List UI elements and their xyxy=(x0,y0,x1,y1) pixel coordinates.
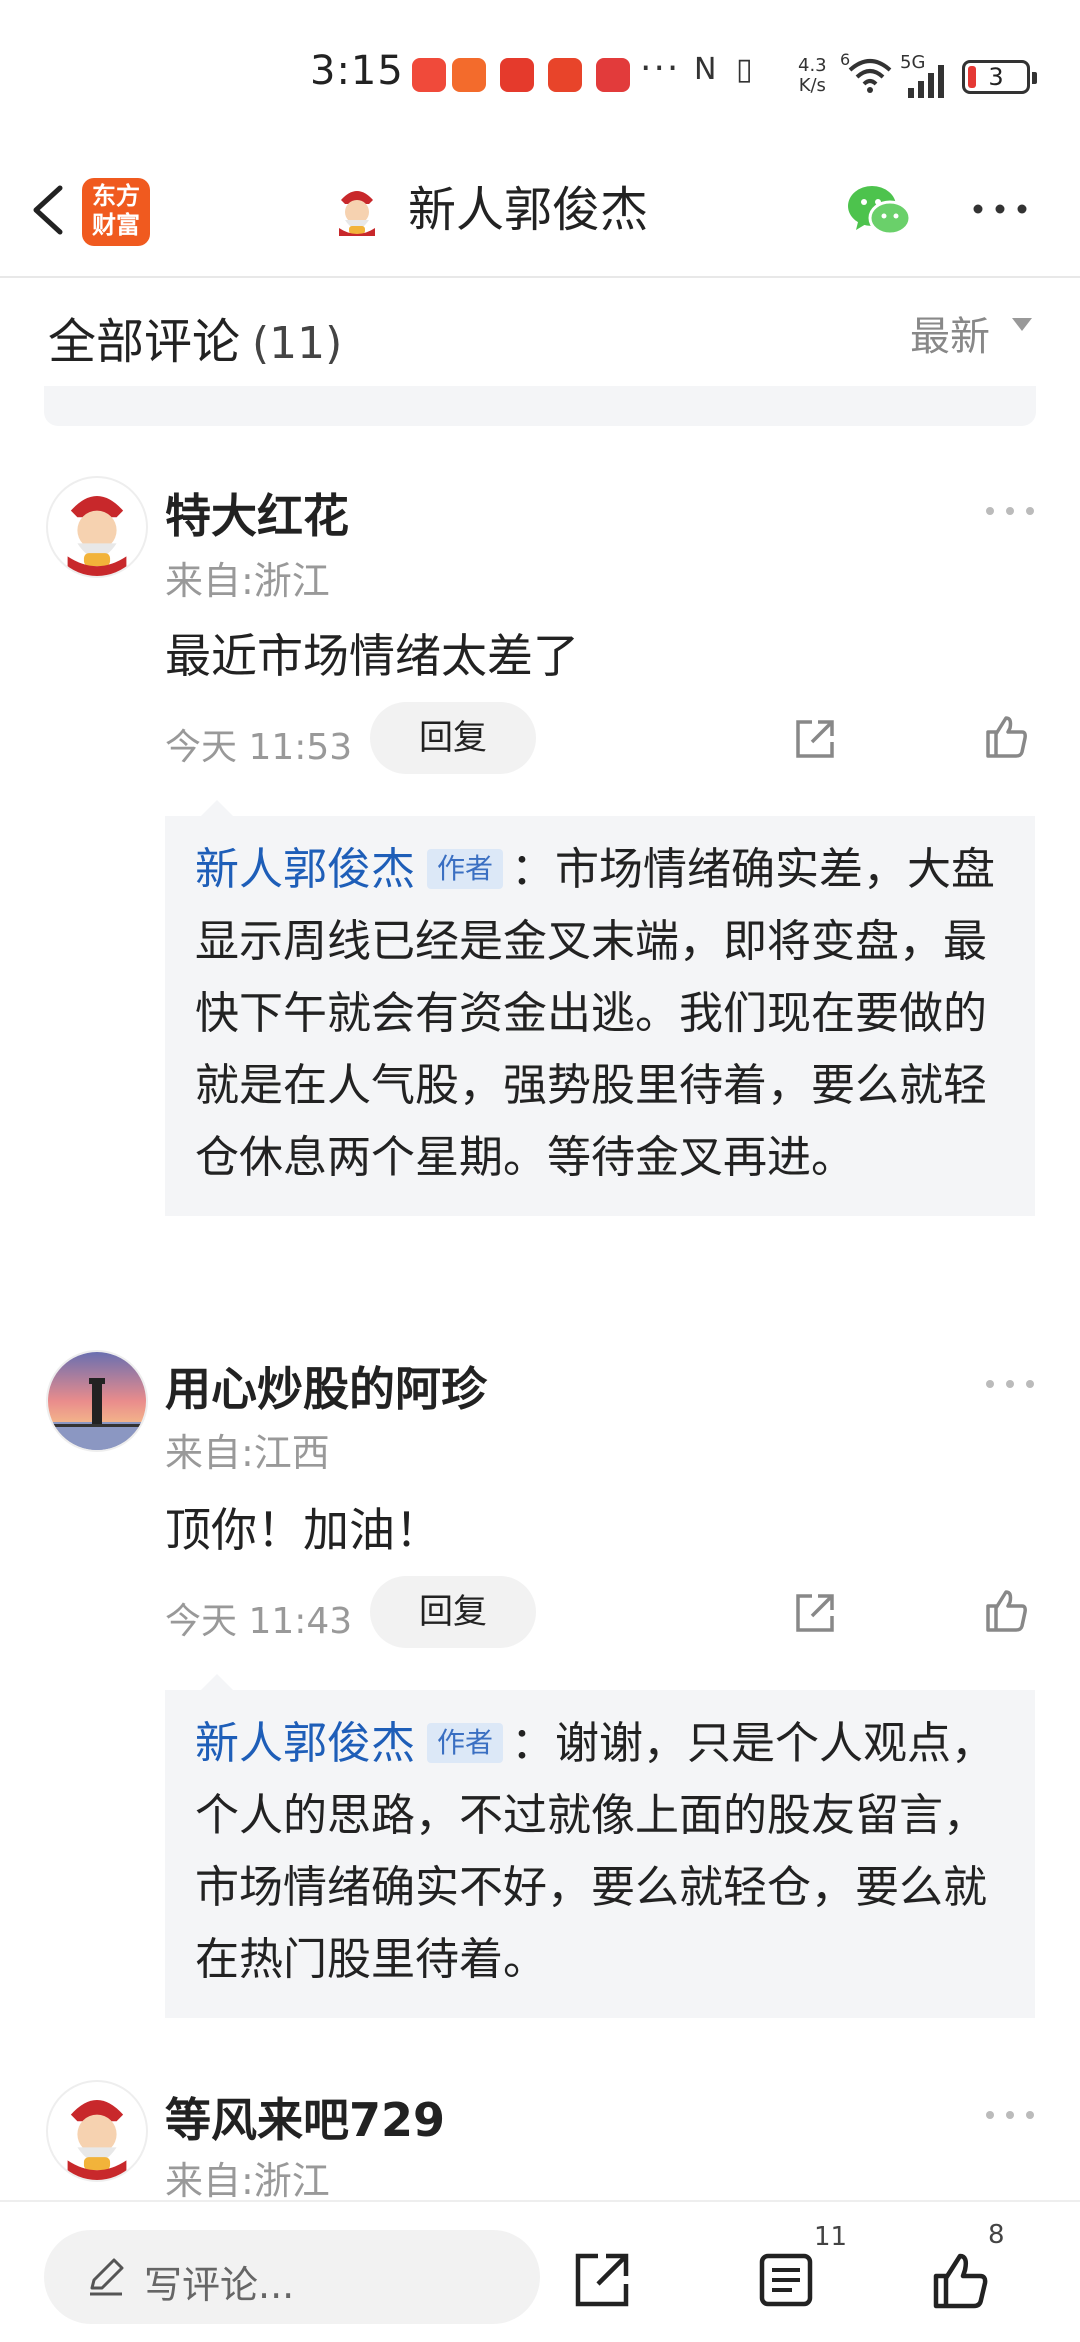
comment-time: 今天 11:43 xyxy=(165,1601,353,1642)
wechat-share-icon[interactable] xyxy=(846,182,912,240)
app-notification-icon xyxy=(452,58,486,92)
comment-username[interactable]: 等风来吧729 xyxy=(165,2084,445,2150)
author-badge: 作者 xyxy=(427,849,504,889)
avatar[interactable] xyxy=(46,1350,148,1452)
more-options-icon[interactable] xyxy=(970,194,1030,224)
comment-text: 最近市场情绪太差了 xyxy=(165,629,579,683)
more-notifications-icon: ··· xyxy=(640,48,681,89)
reply-author-name[interactable]: 新人郭俊杰 xyxy=(195,1718,415,1769)
comment-more-icon[interactable] xyxy=(985,504,1035,518)
battery-icon: 3 xyxy=(962,60,1037,94)
app-notification-icon xyxy=(412,58,446,92)
comment-location: 来自:浙江 xyxy=(165,2159,330,2203)
bank-app-icon xyxy=(548,58,582,92)
comment-count-badge: 11 xyxy=(814,2222,848,2252)
back-arrow-icon[interactable] xyxy=(22,180,82,240)
vibrate-icon: ▯ xyxy=(736,52,753,87)
status-bar: 3:15 ··· N ▯ 4.3 K/s 6 5G 3 xyxy=(0,0,1080,150)
caishen-avatar-icon xyxy=(67,2099,127,2180)
clock: 3:15 xyxy=(310,48,404,94)
reply-button[interactable]: 回复 xyxy=(370,702,536,774)
bottom-action-bar: 写评论... 11 8 xyxy=(0,2200,1080,2342)
user-avatar-icon xyxy=(328,181,386,239)
app-notification-icon xyxy=(500,58,534,92)
share-icon[interactable] xyxy=(792,1590,838,1636)
nfc-icon: N xyxy=(694,52,717,87)
comment-time: 今天 11:53 xyxy=(165,727,353,768)
comments-list-icon[interactable] xyxy=(756,2250,816,2310)
author-reply: 新人郭俊杰 作者 ：谢谢，只是个人观点，个人的思路，不过就像上面的股友留言，市场情绪… xyxy=(165,1674,1035,2018)
comments-header: 全部评论 (11) 最新 xyxy=(0,276,1080,386)
signal-icon xyxy=(908,65,944,98)
wifi-label: 6 xyxy=(840,50,851,69)
chevron-down-icon[interactable] xyxy=(1012,318,1032,331)
reply-button[interactable]: 回复 xyxy=(370,1576,536,1648)
caishen-avatar-icon xyxy=(67,495,127,576)
comment-location: 来自:浙江 xyxy=(165,559,330,603)
avatar[interactable] xyxy=(46,2080,148,2182)
share-icon[interactable] xyxy=(792,716,838,762)
thumbs-up-icon[interactable] xyxy=(982,1586,1030,1634)
network-speed: 4.3 K/s xyxy=(798,55,827,96)
collapsed-content-box xyxy=(44,386,1036,426)
pencil-icon xyxy=(90,2258,124,2296)
wifi-icon xyxy=(848,59,892,93)
thumbs-up-icon[interactable] xyxy=(982,712,1030,760)
app-notification-icon xyxy=(596,58,630,92)
comments-count: (11) xyxy=(252,318,343,369)
comment-text: 顶你！加油！ xyxy=(165,1503,441,1557)
comment-username[interactable]: 特大红花 xyxy=(165,480,349,546)
comment-more-icon[interactable] xyxy=(985,1377,1035,1391)
write-comment-placeholder: 写评论... xyxy=(144,2263,295,2307)
page-title: 新人郭俊杰 xyxy=(408,182,649,238)
share-icon[interactable] xyxy=(572,2250,632,2310)
app-logo[interactable]: 东方 财富 xyxy=(82,178,150,246)
comment-more-icon[interactable] xyxy=(985,2108,1035,2122)
author-reply: 新人郭俊杰 作者 ：市场情绪确实差，大盘显示周线已经是金叉末端，即将变盘，最快下午就… xyxy=(165,800,1035,1216)
author-badge: 作者 xyxy=(427,1723,504,1763)
avatar[interactable] xyxy=(46,476,148,578)
like-count-badge: 8 xyxy=(988,2220,1005,2250)
thumbs-up-icon[interactable] xyxy=(930,2250,990,2310)
comments-title: 全部评论 (11) xyxy=(48,314,343,370)
reply-author-name[interactable]: 新人郭俊杰 xyxy=(195,844,415,895)
comment-location: 来自:江西 xyxy=(165,1431,330,1475)
lighthouse-sunset-avatar-icon xyxy=(48,1352,146,1450)
top-nav-bar: 东方 财富 新人郭俊杰 xyxy=(0,150,1080,278)
comment-username[interactable]: 用心炒股的阿珍 xyxy=(165,1353,487,1419)
write-comment-input[interactable]: 写评论... xyxy=(44,2230,540,2324)
sort-dropdown[interactable]: 最新 xyxy=(910,304,990,362)
